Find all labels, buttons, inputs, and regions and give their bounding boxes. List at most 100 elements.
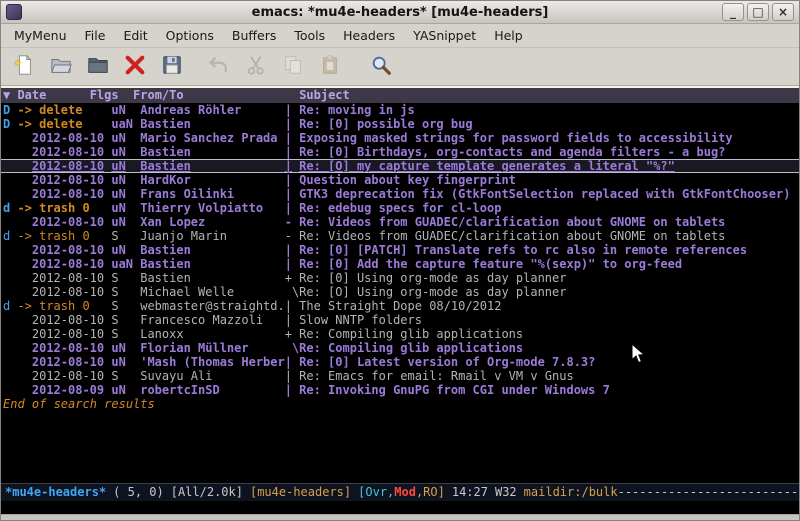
headers-buffer[interactable]: ▼ Date Flgs From/To Subject D-> deleteuN…: [1, 88, 799, 483]
open-file-button[interactable]: [48, 54, 74, 80]
message-subject: Re: Invoking GnuPG from CGI under Window…: [299, 383, 799, 397]
message-row[interactable]: 2012-08-10SMichael Welle \Re: [O] Using …: [1, 285, 799, 299]
message-row[interactable]: 2012-08-10uNHardKor|Question about key f…: [1, 173, 799, 187]
message-row[interactable]: 2012-08-10uNBastien|Re: [0] [PATCH] Tran…: [1, 243, 799, 257]
message-subject: Re: [0] [PATCH] Translate refs to rc als…: [299, 243, 799, 257]
message-row[interactable]: 2012-08-10uNBastien|Re: [O] my capture t…: [1, 159, 799, 173]
message-from: Thierry Volpiatto: [140, 201, 284, 215]
menu-edit[interactable]: Edit: [114, 25, 156, 46]
titlebar[interactable]: emacs: *mu4e-headers* [mu4e-headers] _□×: [1, 1, 799, 24]
menu-headers[interactable]: Headers: [334, 25, 404, 46]
message-from: Suvayu Ali: [140, 369, 284, 383]
menu-file[interactable]: File: [76, 25, 115, 46]
thread-indicator: |: [285, 257, 299, 271]
message-date: 2012-08-10: [17, 257, 111, 271]
menu-buffers[interactable]: Buffers: [223, 25, 285, 46]
message-subject: GTK3 deprecation fix (GtkFontSelection r…: [299, 187, 799, 201]
message-flags: uN: [111, 173, 140, 187]
message-from: Mario Sanchez Prada: [140, 131, 284, 145]
message-flags: S: [111, 369, 140, 383]
message-date: 2012-08-10: [17, 341, 111, 355]
search-button[interactable]: [368, 54, 394, 80]
thread-indicator: |: [285, 117, 299, 131]
message-row[interactable]: 2012-08-10uNBastien|Re: [0] Birthdays, o…: [1, 145, 799, 159]
message-date: 2012-08-10: [17, 131, 111, 145]
message-row[interactable]: D-> deleteuNAndreas Röhler|Re: moving in…: [1, 103, 799, 117]
message-date: 2012-08-10: [17, 327, 111, 341]
message-from: webmaster@straightd...: [140, 299, 284, 313]
message-row[interactable]: 2012-08-10uNXan Lopez-Re: Videos from GU…: [1, 215, 799, 229]
dired-button[interactable]: [85, 54, 111, 80]
thread-indicator: |: [285, 383, 299, 397]
message-subject: Re: [O] my capture template generates a …: [299, 160, 799, 172]
message-flags: uN: [111, 160, 140, 172]
message-mark: [3, 187, 17, 201]
save-buffer-button[interactable]: [159, 54, 185, 80]
message-row[interactable]: D-> deleteuaNBastien|Re: [0] possible or…: [1, 117, 799, 131]
message-action: -> delete: [17, 103, 82, 117]
message-subject: Re: moving in js: [299, 103, 799, 117]
message-from: Xan Lopez: [140, 215, 284, 229]
thread-indicator: -: [285, 229, 299, 243]
message-row[interactable]: 2012-08-10SFrancesco Mazzoli|Slow NNTP f…: [1, 313, 799, 327]
message-flags: uN: [111, 131, 140, 145]
message-row[interactable]: 2012-08-10uaNBastien|Re: [0] Add the cap…: [1, 257, 799, 271]
close-button[interactable]: ×: [772, 3, 794, 21]
message-row[interactable]: d-> trash 0SJuanjo Marin-Re: Videos from…: [1, 229, 799, 243]
new-file-button[interactable]: [11, 54, 37, 80]
message-row[interactable]: d-> trash 0uNThierry Volpiatto|Re: edebu…: [1, 201, 799, 215]
paste-button[interactable]: [317, 54, 343, 80]
modeline-filler: ----------------------------------------…: [618, 484, 799, 501]
message-subject: Re: Compiling glib applications: [299, 327, 799, 341]
message-row[interactable]: 2012-08-10SLanoxx+Re: Compiling glib app…: [1, 327, 799, 341]
minibuffer[interactable]: [1, 501, 799, 514]
message-flags: S: [111, 327, 140, 341]
menu-help[interactable]: Help: [485, 25, 532, 46]
message-date: -> delete: [17, 117, 111, 131]
modeline-readonly-flag[interactable]: ,RO]: [416, 484, 445, 501]
modeline-major-mode[interactable]: [mu4e-headers]: [250, 484, 351, 501]
menu-mymenu[interactable]: MyMenu: [5, 25, 76, 46]
copy-button[interactable]: [280, 54, 306, 80]
message-row[interactable]: 2012-08-10SBastien+Re: [0] Using org-mod…: [1, 271, 799, 285]
message-flags: S: [111, 271, 140, 285]
column-subject[interactable]: Subject: [299, 88, 350, 103]
message-row[interactable]: d-> trash 0Swebmaster@straightd...|The S…: [1, 299, 799, 313]
message-flags: uN: [111, 145, 140, 159]
minimize-button[interactable]: _: [722, 3, 744, 21]
column-from[interactable]: From/To: [133, 88, 299, 103]
kill-buffer-button[interactable]: [122, 54, 148, 80]
message-mark: [3, 145, 17, 159]
window-menu-icon[interactable]: [6, 4, 22, 20]
message-row[interactable]: 2012-08-10uNMario Sanchez Prada|Exposing…: [1, 131, 799, 145]
message-subject: Re: [0] Add the capture feature "%(sexp)…: [299, 257, 799, 271]
menu-tools[interactable]: Tools: [285, 25, 334, 46]
message-date: 2012-08-10: [17, 271, 111, 285]
modeline-modified-flag[interactable]: Mod: [394, 484, 416, 501]
message-row[interactable]: 2012-08-09uNrobertcInSD|Re: Invoking Gnu…: [1, 383, 799, 397]
message-mark: D: [3, 117, 17, 131]
modeline-buffer-name[interactable]: *mu4e-headers*: [5, 484, 106, 501]
message-from: Bastien: [140, 145, 284, 159]
message-date: 2012-08-10: [17, 285, 111, 299]
cut-button[interactable]: [243, 54, 269, 80]
message-row[interactable]: 2012-08-10SSuvayu Ali|Re: Emacs for emai…: [1, 369, 799, 383]
thread-indicator: |: [285, 243, 299, 257]
headers-column-header[interactable]: ▼ Date Flgs From/To Subject: [1, 88, 799, 103]
modeline[interactable]: *mu4e-headers* ( 5, 0) [All/2.0k] [mu4e-…: [1, 483, 799, 501]
undo-button[interactable]: [206, 54, 232, 80]
maximize-button[interactable]: □: [747, 3, 769, 21]
message-mark: [3, 383, 17, 397]
menu-options[interactable]: Options: [157, 25, 223, 46]
message-row[interactable]: 2012-08-10uNFrans Oilinki|GTK3 deprecati…: [1, 187, 799, 201]
thread-indicator: \: [285, 341, 299, 355]
modeline-overwrite-flag[interactable]: [Ovr,: [358, 484, 394, 501]
menu-yasnippet[interactable]: YASnippet: [404, 25, 485, 46]
message-date: 2012-08-10: [17, 355, 111, 369]
message-list: D-> deleteuNAndreas Röhler|Re: moving in…: [1, 103, 799, 397]
message-row[interactable]: 2012-08-10uNFlorian Müllner \Re: Compili…: [1, 341, 799, 355]
column-date[interactable]: ▼ Date: [3, 88, 90, 103]
message-flags: uN: [111, 383, 140, 397]
message-row[interactable]: 2012-08-10uN'Mash (Thomas Herbert)|Re: […: [1, 355, 799, 369]
column-flags[interactable]: Flgs: [90, 88, 133, 103]
